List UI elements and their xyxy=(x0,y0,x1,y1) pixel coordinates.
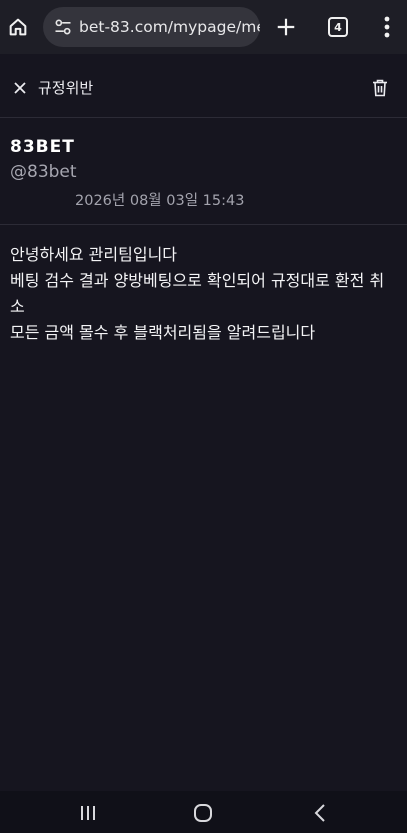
sender-name: 83BET xyxy=(10,137,75,157)
message-header: 규정위반 xyxy=(0,60,407,116)
trash-icon[interactable] xyxy=(362,70,398,106)
browser-toolbar: bet-83.com/mypage/messe 4 xyxy=(0,0,407,54)
tab-switcher-button[interactable]: 4 xyxy=(320,9,356,45)
tab-count: 4 xyxy=(334,20,342,34)
url-text[interactable]: bet-83.com/mypage/messe xyxy=(79,18,260,36)
back-icon[interactable] xyxy=(302,795,338,831)
message-line: 베팅 검수 결과 양방베팅으로 확인되어 규정대로 환전 취 xyxy=(10,271,385,290)
header-divider xyxy=(0,117,407,118)
home-icon[interactable] xyxy=(0,9,36,45)
system-nav-bar xyxy=(0,791,407,833)
site-settings-icon[interactable] xyxy=(53,17,73,37)
recent-apps-icon[interactable] xyxy=(70,795,106,831)
message-line: 소 xyxy=(10,297,25,316)
message-line: 안녕하세요 관리팀입니다 xyxy=(10,245,178,264)
close-icon[interactable] xyxy=(2,70,38,106)
message-line: 모든 금액 몰수 후 블랙처리됨을 알려드립니다 xyxy=(10,323,316,342)
more-vert-icon[interactable] xyxy=(369,9,405,45)
new-tab-button[interactable] xyxy=(268,9,304,45)
sender-handle: @83bet xyxy=(10,162,77,182)
content-divider xyxy=(0,224,407,225)
plus-icon xyxy=(277,18,295,36)
url-bar[interactable]: bet-83.com/mypage/messe xyxy=(43,7,260,47)
tab-switcher-icon: 4 xyxy=(328,17,348,37)
message-body: 안녕하세요 관리팀입니다 베팅 검수 결과 양방베팅으로 확인되어 규정대로 환… xyxy=(10,242,398,346)
message-timestamp: 2026년 08월 03일 15:43 xyxy=(75,193,245,209)
page-title: 규정위반 xyxy=(38,79,94,97)
home-circle-icon[interactable] xyxy=(185,795,221,831)
